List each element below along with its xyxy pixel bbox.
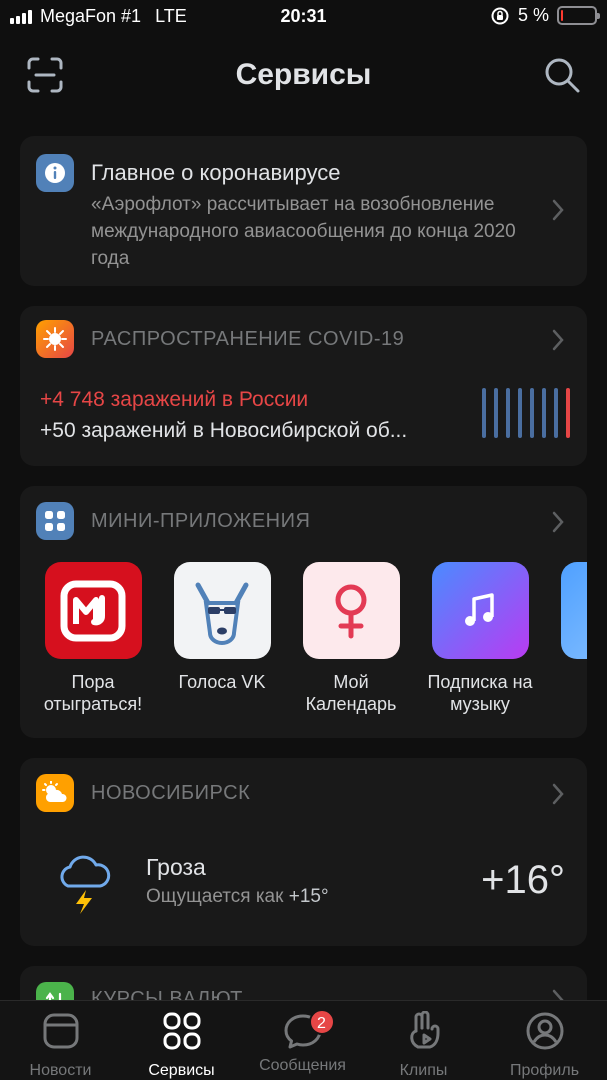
page-title: Сервисы: [235, 58, 372, 91]
mini-apps-list: Пора отыграться! Голоса VK Мой Календарь…: [44, 562, 587, 722]
mini-app-label: Подписка на музыку: [427, 672, 533, 714]
grid-icon: [36, 502, 74, 540]
bottom-tab-bar: Новости Сервисы 2 Сообщения Клипы Профил…: [0, 1000, 607, 1080]
weather-city-title: НОВОСИБИРСК: [91, 782, 251, 804]
magnit-logo-icon: [44, 562, 142, 659]
tab-label: Сообщения: [259, 1057, 346, 1074]
region-cases-text: +50 заражений в Новосибирской об...: [40, 419, 408, 442]
info-icon: [36, 154, 74, 192]
tab-label: Сервисы: [148, 1062, 215, 1079]
page-header: Сервисы: [0, 40, 607, 110]
orientation-lock-icon: [491, 7, 509, 24]
mini-app-my-calendar[interactable]: Мой Календарь: [286, 562, 416, 715]
tab-label: Профиль: [509, 1062, 580, 1079]
battery-percent: 5 %: [517, 5, 549, 25]
music-note-icon: [431, 562, 529, 659]
chevron-right-icon: [552, 783, 564, 805]
tab-profile[interactable]: Профиль: [484, 1011, 605, 1080]
clips-icon: [409, 1010, 439, 1049]
feels-like-label: Ощущается как: [146, 886, 284, 907]
status-bar: MegaFon #1 LTE 20:31 5 %: [0, 0, 607, 34]
weather-card[interactable]: НОВОСИБИРСК Гроза Ощущается как +15° +16…: [20, 758, 587, 946]
news-title: Главное о коронавирусе: [91, 160, 341, 185]
search-icon[interactable]: [541, 54, 583, 96]
news-text: «Аэрофлот» рассчитывает на возобновление…: [91, 194, 516, 269]
weather-temperature: +16°: [481, 858, 565, 902]
coronavirus-news-card[interactable]: Главное о коронавирусе «Аэрофлот» рассчи…: [20, 136, 587, 286]
mini-apps-card: МИНИ-ПРИЛОЖЕНИЯ Пора отыграться! Голоса …: [20, 486, 587, 738]
chevron-right-icon[interactable]: [551, 510, 565, 534]
mini-app-vk-voices[interactable]: Голоса VK: [157, 562, 287, 693]
tab-label: Клипы: [399, 1062, 448, 1079]
mini-app-label: Голоса VK: [178, 672, 266, 692]
mini-app-magnit[interactable]: Пора отыграться!: [44, 562, 158, 715]
tab-news[interactable]: Новости: [0, 1011, 121, 1080]
cases-trend-sparkline: [482, 388, 570, 438]
profile-icon: [526, 1012, 563, 1050]
app-partial-icon: [560, 562, 587, 659]
tab-label: Новости: [29, 1062, 92, 1079]
tab-clips[interactable]: Клипы: [363, 1010, 484, 1080]
weather-feels-like: Ощущается как +15°: [146, 886, 329, 908]
chevron-right-icon: [552, 329, 564, 351]
venus-symbol-icon: [302, 562, 400, 659]
battery-icon: [557, 6, 600, 25]
thunderstorm-icon: [60, 855, 111, 914]
virus-icon: [36, 320, 74, 358]
chevron-right-icon: [552, 199, 564, 221]
mini-apps-section-title: МИНИ-ПРИЛОЖЕНИЯ: [91, 510, 311, 532]
feels-like-value: +15°: [288, 886, 329, 907]
services-icon: [163, 1012, 200, 1050]
mini-app-label: Ч: [544, 671, 587, 693]
covid-spread-card[interactable]: РАСПРОСТРАНЕНИЕ COVID-19 +4 748 заражени…: [20, 306, 587, 466]
unread-badge: 2: [308, 1009, 335, 1035]
mini-app-partial[interactable]: Ч: [544, 562, 587, 693]
weather-condition: Гроза: [146, 854, 206, 880]
news-icon: [43, 1013, 78, 1049]
tab-services[interactable]: Сервисы: [121, 1011, 242, 1080]
covid-section-title: РАСПРОСТРАНЕНИЕ COVID-19: [91, 328, 405, 350]
mini-app-label: Мой Календарь: [305, 672, 397, 714]
mini-app-label: Пора отыграться!: [44, 672, 143, 714]
tab-messages[interactable]: 2 Сообщения: [242, 1009, 363, 1075]
mini-app-music-subscription[interactable]: Подписка на музыку: [415, 562, 545, 715]
russia-cases-text: +4 748 заражений в России: [40, 388, 309, 411]
weather-sun-cloud-icon: [36, 774, 74, 812]
dog-glasses-icon: [173, 562, 271, 659]
